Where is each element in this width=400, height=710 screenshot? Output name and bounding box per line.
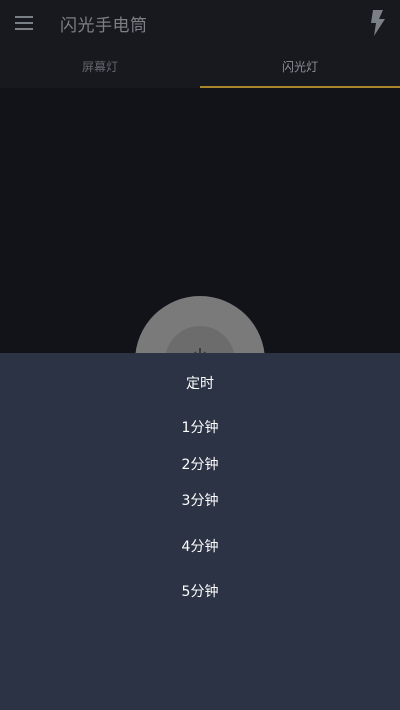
tab-screen-light[interactable]: 屏幕灯 xyxy=(0,46,200,88)
timer-option-5min[interactable]: 5分钟 xyxy=(150,577,250,607)
timer-option-2min[interactable]: 2分钟 xyxy=(150,450,250,480)
menu-button[interactable] xyxy=(12,11,36,35)
app-screen: 闪光手电筒 屏幕灯 闪光灯 定时 1分钟 2分钟 3分钟 4分钟 5分钟 xyxy=(0,0,400,710)
tab-flash-light[interactable]: 闪光灯 xyxy=(200,46,400,88)
app-bar: 闪光手电筒 xyxy=(0,0,400,46)
hamburger-menu-icon xyxy=(15,16,33,30)
timer-option-3min[interactable]: 3分钟 xyxy=(150,486,250,516)
app-title: 闪光手电筒 xyxy=(60,16,148,36)
flash-toggle-button[interactable] xyxy=(368,10,386,36)
lightning-bolt-icon xyxy=(371,10,385,36)
tab-bar: 屏幕灯 闪光灯 xyxy=(0,46,400,88)
timer-option-1min[interactable]: 1分钟 xyxy=(150,413,250,443)
timer-bottom-sheet: 定时 1分钟 2分钟 3分钟 4分钟 5分钟 xyxy=(0,353,400,710)
timer-option-4min[interactable]: 4分钟 xyxy=(150,532,250,562)
sheet-title: 定时 xyxy=(186,376,214,392)
